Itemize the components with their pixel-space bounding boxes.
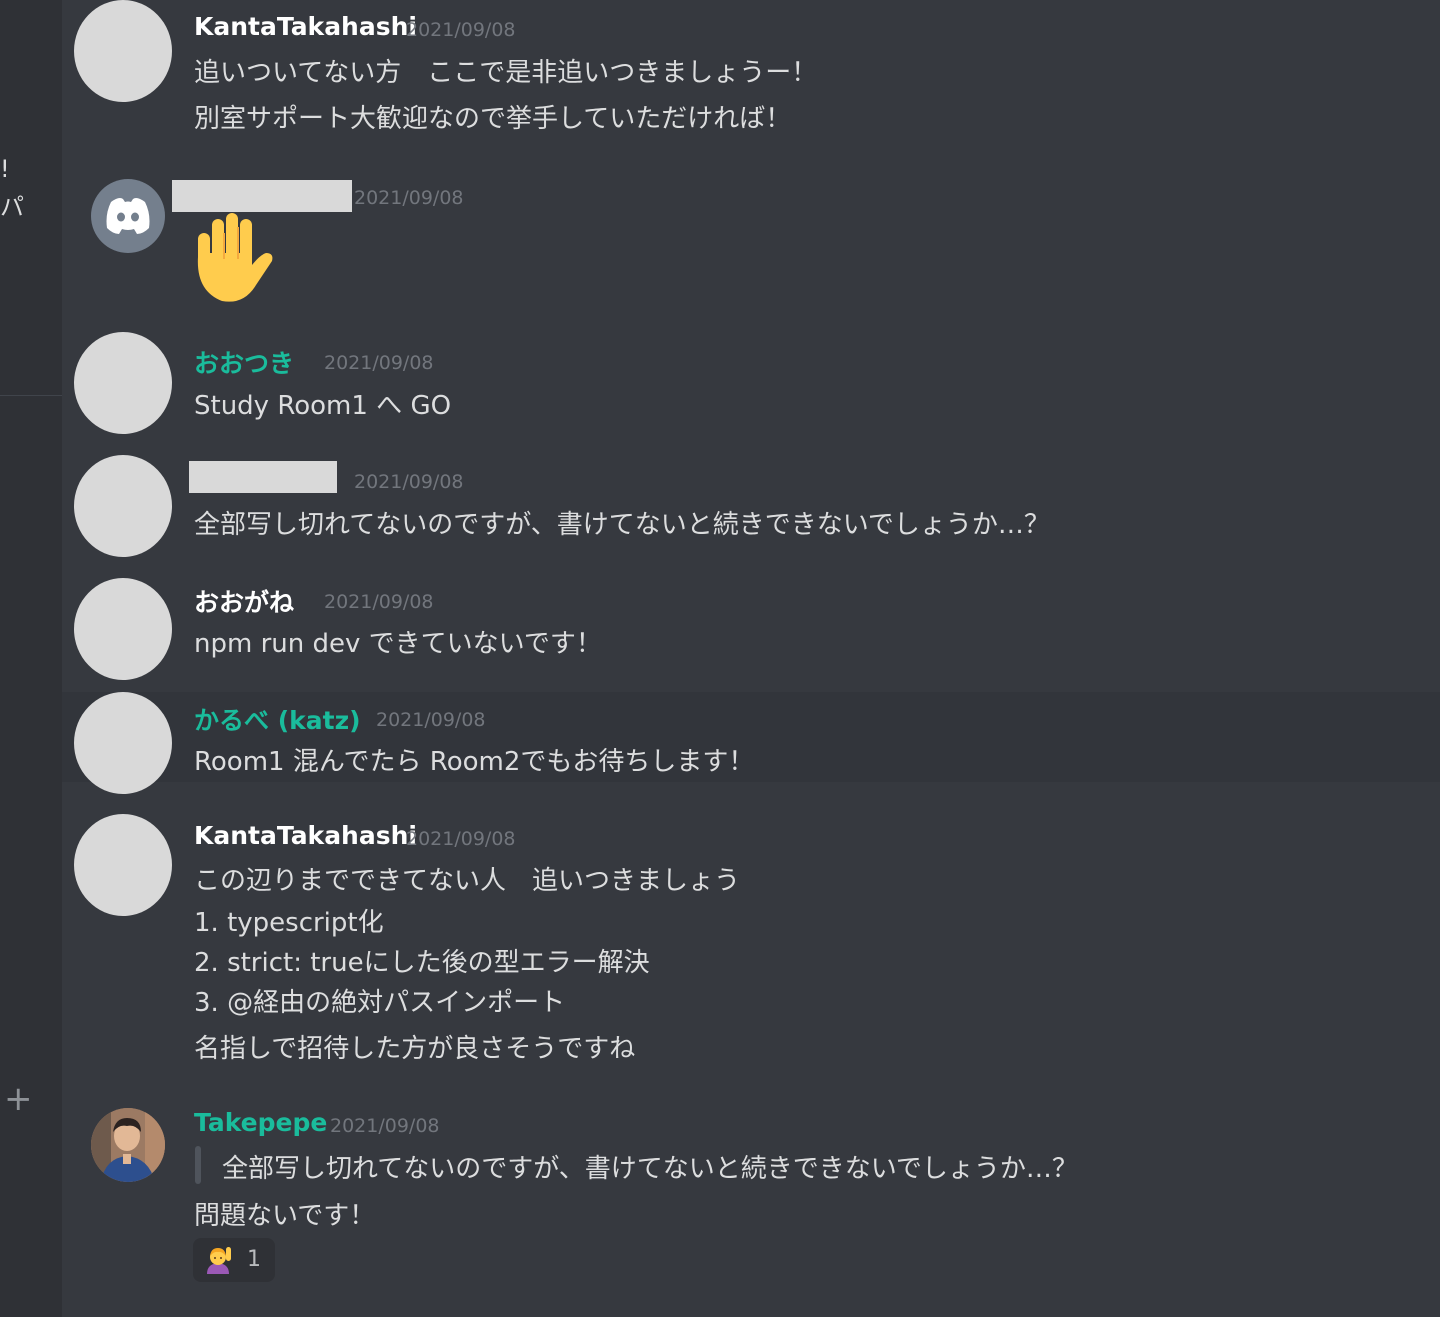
message-timestamp: 2021/09/08 xyxy=(330,1115,440,1137)
sidebar-divider xyxy=(0,395,62,396)
sidebar-text-fragment: パ xyxy=(0,193,24,221)
message-author[interactable]: Takepepe xyxy=(194,1108,327,1137)
discord-chat-window: ! パ + KantaTakahashi 2021/09/08 追いついてない方… xyxy=(0,0,1440,1317)
reaction-button[interactable]: 1 xyxy=(193,1238,275,1282)
message-author[interactable]: おおつき xyxy=(194,344,294,380)
message: Takepepe 2021/09/08 全部写し切れてないのですが、書けてないと… xyxy=(62,1100,1440,1300)
message-timestamp: 2021/09/08 xyxy=(376,709,486,731)
message-text: この辺りまでできてない人 追いつきましょう xyxy=(194,866,741,896)
message: おおがね 2021/09/08 npm run dev できていないです！ xyxy=(62,578,1440,688)
message-text: 別室サポート大歓迎なので挙手していただければ！ xyxy=(194,104,792,134)
message: KantaTakahashi 2021/09/08 この辺りまでできてない人 追… xyxy=(62,814,1440,1074)
message-timestamp: 2021/09/08 xyxy=(354,471,464,493)
message-text: Room1 混んでたら Room2でもお待ちします！ xyxy=(194,747,755,777)
sidebar-text-fragment: ! xyxy=(0,155,10,183)
message-author[interactable]: かるべ (katz) xyxy=(194,701,361,737)
message: おおつき 2021/09/08 Study Room1 へ GO xyxy=(62,332,1440,442)
reaction-count: 1 xyxy=(247,1247,261,1272)
message-text: 1. typescript化 xyxy=(194,908,384,938)
message-text: 2. strict: trueにした後の型エラー解決 xyxy=(194,948,650,978)
message-text: 名指しで招待した方が良さそうですね xyxy=(194,1034,636,1064)
message-author[interactable]: KantaTakahashi xyxy=(194,12,417,41)
avatar[interactable] xyxy=(74,455,172,557)
message-text: 追いついてない方 ここで是非追いつきましょうー！ xyxy=(194,58,818,88)
avatar[interactable] xyxy=(74,814,172,916)
channel-sidebar: ! パ + xyxy=(0,0,62,1317)
message-text: Study Room1 へ GO xyxy=(194,391,452,421)
raised-hand-icon xyxy=(192,213,276,309)
message-timestamp: 2021/09/08 xyxy=(406,828,516,850)
message-timestamp: 2021/09/08 xyxy=(354,187,464,209)
redacted-username xyxy=(189,461,337,493)
message-timestamp: 2021/09/08 xyxy=(406,19,516,41)
message-text: 問題ないです！ xyxy=(194,1201,376,1231)
message-hovered: かるべ (katz) 2021/09/08 Room1 混んでたら Room2で… xyxy=(62,692,1440,794)
avatar[interactable] xyxy=(74,692,172,794)
message: 2021/09/08 全部写し切れてないのですが、書けてないと続きできないでしょ… xyxy=(62,455,1440,565)
person-raising-hand-icon xyxy=(203,1246,233,1278)
user-photo-avatar[interactable] xyxy=(91,1108,165,1182)
message-text: 全部写し切れてないのですが、書けてないと続きできないでしょうか…？ xyxy=(194,510,1050,540)
message-author[interactable]: KantaTakahashi xyxy=(194,821,417,850)
quoted-text: 全部写し切れてないのですが、書けてないと続きできないでしょうか…？ xyxy=(222,1154,1078,1184)
message: 2021/09/08 xyxy=(62,165,1440,315)
avatar[interactable] xyxy=(74,332,172,434)
message-text: npm run dev できていないです！ xyxy=(194,629,602,659)
message-author[interactable]: おおがね xyxy=(194,583,294,619)
avatar[interactable] xyxy=(74,578,172,680)
message-timestamp: 2021/09/08 xyxy=(324,591,434,613)
add-icon[interactable]: + xyxy=(4,1082,33,1116)
message-text: 3. @経由の絶対パスインポート xyxy=(194,988,566,1018)
message: KantaTakahashi 2021/09/08 追いついてない方 ここで是非… xyxy=(62,0,1440,150)
avatar[interactable] xyxy=(74,0,172,102)
discord-logo-icon[interactable] xyxy=(91,179,165,253)
quote-bar xyxy=(195,1146,201,1184)
redacted-username xyxy=(172,180,352,212)
message-timestamp: 2021/09/08 xyxy=(324,352,434,374)
